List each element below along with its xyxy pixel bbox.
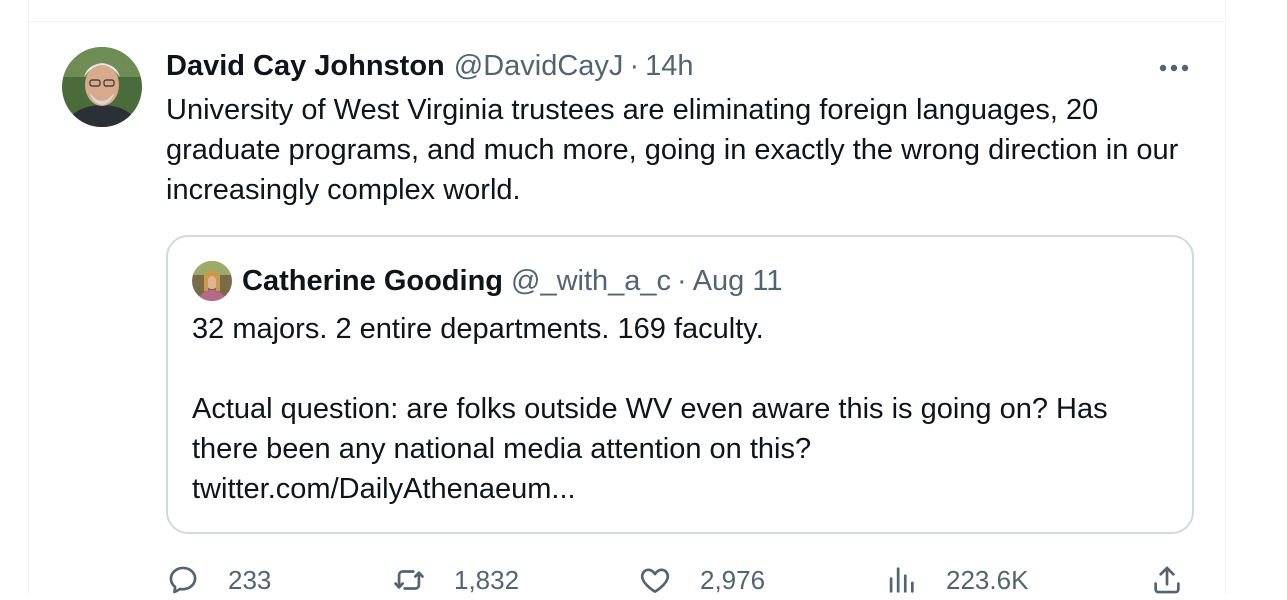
- quoted-author-handle[interactable]: @_with_a_c: [511, 265, 671, 298]
- retweet-button[interactable]: 1,832: [392, 560, 519, 600]
- analytics-icon: [889, 567, 914, 593]
- quoted-tweet-header: Catherine Gooding @_with_a_c · Aug 11: [242, 263, 782, 299]
- tweet-text: University of West Virginia trustees are…: [166, 94, 1179, 206]
- author-avatar[interactable]: [62, 47, 142, 127]
- tweet-actions-bar: 233 1,832 2,976 223.6K: [166, 560, 1196, 600]
- quoted-tweet-timestamp[interactable]: Aug 11: [693, 265, 783, 298]
- quoted-link-text: twitter.com/DailyAthenaeum...: [192, 473, 576, 505]
- more-options-button[interactable]: [1158, 58, 1192, 78]
- heart-icon: [640, 568, 670, 593]
- author-name[interactable]: David Cay Johnston: [166, 50, 445, 83]
- more-horizontal-icon: [1159, 64, 1189, 72]
- views-count: 223.6K: [946, 564, 1029, 595]
- like-button[interactable]: 2,976: [638, 560, 765, 600]
- separator-dot: ·: [629, 49, 640, 82]
- views-button[interactable]: 223.6K: [884, 560, 1028, 600]
- retweet-count: 1,832: [454, 564, 520, 595]
- reply-icon: [169, 566, 197, 594]
- share-button[interactable]: [1150, 560, 1184, 600]
- quoted-author-name[interactable]: Catherine Gooding: [242, 265, 503, 298]
- quoted-tweet[interactable]: Catherine Gooding @_with_a_c · Aug 11 32…: [166, 235, 1194, 534]
- tweet-timestamp[interactable]: 14h: [645, 50, 693, 83]
- quoted-text-line: 32 majors. 2 entire departments. 169 fac…: [192, 313, 764, 345]
- author-handle[interactable]: @DavidCayJ: [454, 50, 624, 83]
- retweet-icon: [394, 570, 424, 590]
- quoted-author-avatar[interactable]: [192, 261, 232, 301]
- quoted-text-line: Actual question: are folks outside WV ev…: [192, 393, 1108, 465]
- divider: [28, 21, 1226, 22]
- like-count: 2,976: [700, 564, 766, 595]
- reply-count: 233: [228, 564, 272, 595]
- share-icon: [1154, 566, 1180, 594]
- tweet-header: David Cay Johnston @DavidCayJ · 14h: [166, 48, 694, 84]
- separator-dot: ·: [677, 264, 687, 297]
- reply-button[interactable]: 233: [166, 560, 271, 600]
- quoted-tweet-text: 32 majors. 2 entire departments. 169 fac…: [192, 309, 1172, 509]
